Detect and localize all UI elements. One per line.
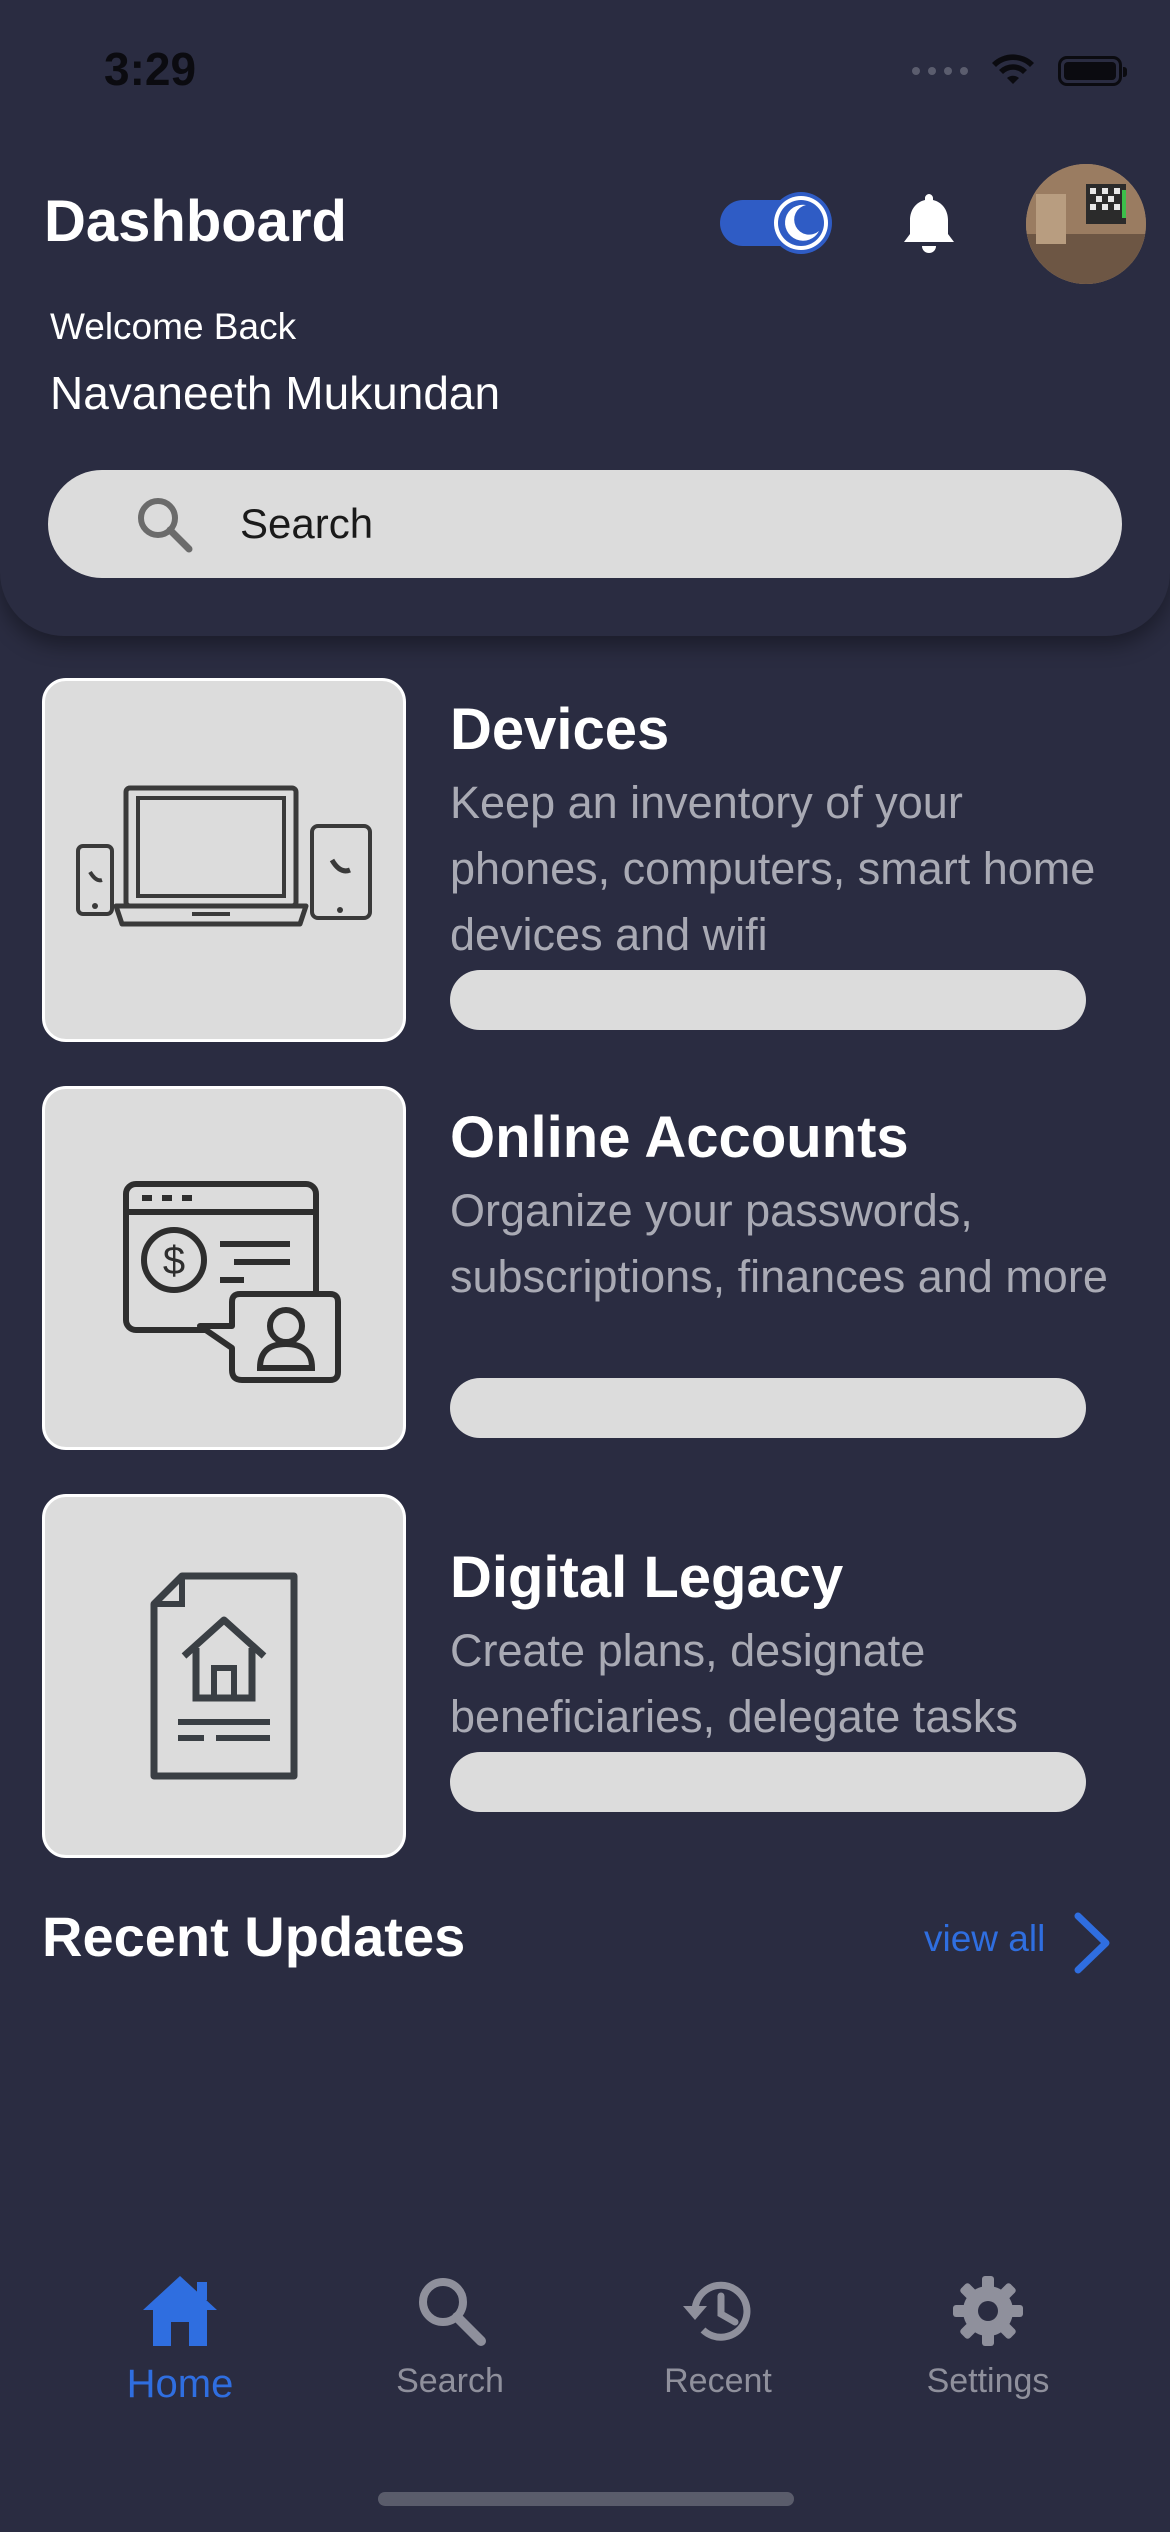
online-accounts-card-title[interactable]: Online Accounts [450,1104,909,1171]
devices-card-thumbnail[interactable] [42,678,406,1042]
tab-home-label: Home [126,2362,234,2406]
avatar[interactable] [1026,164,1146,284]
moon-icon [774,196,828,250]
view-all-link[interactable]: view all [924,1918,1045,1960]
toggle-knob [770,192,832,254]
search-icon [419,2278,486,2346]
dark-mode-toggle[interactable] [720,192,832,254]
tab-settings[interactable]: Settings [868,2270,1108,2401]
online-accounts-card-thumbnail[interactable]: $ [42,1086,406,1450]
digital-legacy-progress-bar [450,1752,1086,1812]
online-accounts-card-description: Organize your passwords, subscriptions, … [450,1185,1108,1302]
tab-home[interactable]: Home [60,2270,300,2407]
search-icon [138,498,193,553]
tab-recent[interactable]: Recent [598,2270,838,2401]
devices-icon [76,785,372,927]
tab-search[interactable]: Search [330,2270,570,2401]
gear-icon [953,2276,1023,2346]
online-accounts-progress-bar [450,1378,1086,1438]
history-icon [683,2281,751,2341]
online-account-icon: $ [123,1181,341,1383]
cellular-signal-icon [912,67,968,75]
svg-text:$: $ [163,1239,185,1283]
digital-legacy-card-thumbnail[interactable] [42,1494,406,1858]
home-icon [143,2276,217,2346]
chevron-right-icon[interactable] [1068,1910,1114,1976]
avatar-photo [1026,164,1146,284]
status-icons [912,54,1127,88]
tab-recent-label: Recent [664,2362,772,2400]
user-name: Navaneeth Mukundan [50,367,501,419]
digital-legacy-card-title[interactable]: Digital Legacy [450,1544,843,1611]
battery-icon [1058,56,1127,86]
search-input[interactable]: Search [48,470,1122,578]
status-bar: 3:29 [0,0,1170,150]
tab-bar: Home Search Recent Settings [0,2270,1170,2470]
devices-card-title[interactable]: Devices [450,696,669,763]
tab-search-label: Search [396,2362,504,2400]
search-placeholder: Search [240,500,374,547]
wifi-icon [992,54,1034,84]
welcome-label: Welcome Back [50,306,297,347]
digital-legacy-card-description: Create plans, designate beneficiaries, d… [450,1625,1018,1742]
devices-card-description: Keep an inventory of your phones, comput… [450,777,1096,960]
recent-updates-title: Recent Updates [42,1905,466,1968]
tab-settings-label: Settings [926,2362,1050,2400]
home-indicator [378,2492,794,2506]
legacy-document-icon [150,1572,298,1780]
devices-progress-bar [450,970,1086,1030]
status-time: 3:29 [104,43,197,95]
page-title: Dashboard [44,189,347,254]
bell-icon[interactable] [898,190,960,256]
